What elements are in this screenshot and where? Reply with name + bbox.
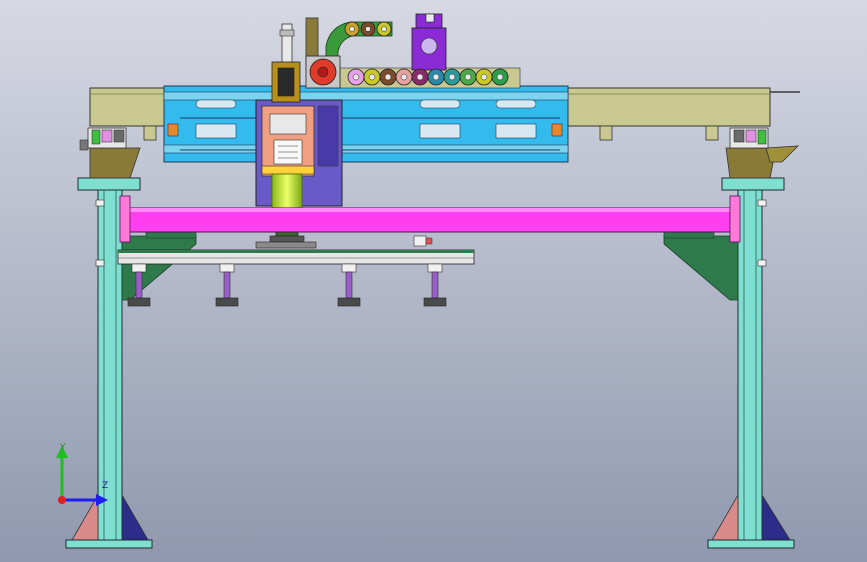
vertical-shaft <box>271 173 303 209</box>
right-base-plate <box>707 539 795 549</box>
chain-roller-hub <box>368 73 376 81</box>
right-column <box>737 189 763 541</box>
right-column-cap <box>721 177 785 191</box>
left-base-plate <box>65 539 153 549</box>
z-axis-label: Z <box>102 481 108 491</box>
chain-roller-hub <box>352 73 360 81</box>
chain-roller-hub <box>384 73 392 81</box>
z-axis-dot <box>58 496 66 504</box>
chain-roller-hub <box>400 73 408 81</box>
chain-roller-hub <box>381 26 387 32</box>
left-column-cap <box>77 177 141 191</box>
chain-roller-hub <box>496 73 504 81</box>
chain-roller-hub <box>365 26 371 32</box>
y-axis-label: Y <box>59 443 66 453</box>
chain-roller-hub <box>448 73 456 81</box>
chain-roller-hub <box>432 73 440 81</box>
cad-viewport[interactable]: Y Z <box>0 0 867 562</box>
chain-rollers-upper <box>344 21 392 37</box>
chain-roller-hub <box>480 73 488 81</box>
chain-roller-hub <box>416 73 424 81</box>
chain-roller-hub <box>464 73 472 81</box>
carriage-plate <box>163 85 569 163</box>
chain-roller-hub <box>349 26 355 32</box>
cad-drawing[interactable]: Y Z <box>0 0 867 562</box>
